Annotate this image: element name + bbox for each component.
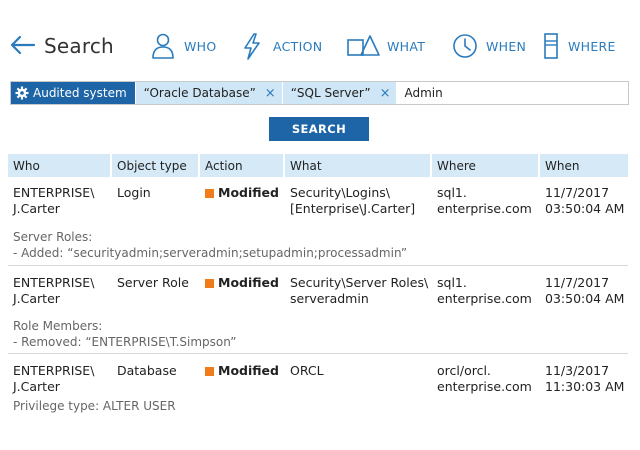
where-line: orcl/orcl.: [437, 363, 491, 378]
nav-where[interactable]: WHERE: [540, 30, 616, 62]
nav-action-label: ACTION: [273, 38, 323, 54]
filter-chip-label: “Oracle Database”: [143, 86, 256, 100]
who-line: ENTERPRISE\: [13, 363, 95, 378]
audited-system-chip[interactable]: Audited system: [11, 82, 135, 104]
column-header-object-type[interactable]: Object type: [112, 154, 200, 177]
header: Search WHO ACTION WHAT WHEN WHERE: [0, 0, 640, 84]
where-line: enterprise.com: [437, 201, 532, 216]
remove-filter-icon[interactable]: ×: [380, 86, 391, 101]
person-icon: [152, 33, 174, 59]
cell-where: orcl/orcl. enterprise.com: [432, 363, 540, 395]
table-row[interactable]: ENTERPRISE\ J.Carter Database Modified O…: [8, 354, 628, 426]
who-line: ENTERPRISE\: [13, 275, 95, 290]
where-line: enterprise.com: [437, 379, 532, 394]
where-line: sql1.: [437, 185, 467, 200]
where-line: enterprise.com: [437, 291, 532, 306]
search-input[interactable]: [404, 83, 628, 103]
column-header-what[interactable]: What: [285, 154, 432, 177]
row-details: Role Members: - Removed: “ENTERPRISE\T.S…: [8, 318, 628, 350]
results-table: Who Object type Action What Where When E…: [8, 154, 628, 426]
cell-what: Security\Server Roles\ serveradmin: [285, 275, 432, 307]
column-header-when[interactable]: When: [540, 154, 628, 177]
details-line: Server Roles:: [13, 230, 93, 244]
cell-action: Modified: [200, 185, 285, 217]
table-row[interactable]: ENTERPRISE\ J.Carter Login Modified Secu…: [8, 177, 628, 266]
server-icon: [544, 33, 558, 59]
row-details: Server Roles: - Added: “securityadmin;se…: [8, 229, 628, 261]
nav-when-label: WHEN: [486, 38, 527, 54]
details-line: Privilege type: ALTER USER: [13, 399, 176, 413]
what-line: Security\Logins\: [290, 185, 390, 200]
details-line: Role Members:: [13, 319, 103, 333]
nav-where-label: WHERE: [568, 38, 616, 54]
cell-where: sql1. enterprise.com: [432, 185, 540, 217]
filter-chip-sql-server: “SQL Server” ×: [281, 82, 397, 104]
cell-who: ENTERPRISE\ J.Carter: [8, 363, 112, 395]
nav-when[interactable]: WHEN: [450, 30, 526, 62]
cell-who: ENTERPRISE\ J.Carter: [8, 275, 112, 307]
filter-chip-label: “SQL Server”: [290, 86, 371, 100]
what-line: serveradmin: [290, 291, 369, 306]
when-line: 11/7/2017: [545, 275, 610, 290]
who-line: J.Carter: [13, 379, 60, 394]
object-shapes-icon: [347, 35, 380, 56]
when-line: 03:50:04 AM: [545, 201, 625, 216]
what-line: ORCL: [290, 363, 324, 378]
cell-when: 11/7/2017 03:50:04 AM: [540, 275, 628, 307]
nav-action[interactable]: ACTION: [237, 30, 322, 62]
nav-who[interactable]: WHO: [148, 30, 217, 62]
search-bar[interactable]: Audited system “Oracle Database” × “SQL …: [10, 81, 629, 105]
cell-when: 11/7/2017 03:50:04 AM: [540, 185, 628, 217]
cell-object-type: Database: [117, 363, 177, 378]
table-row[interactable]: ENTERPRISE\ J.Carter Server Role Modifie…: [8, 266, 628, 354]
lightning-icon: [244, 33, 260, 60]
cell-who: ENTERPRISE\ J.Carter: [8, 185, 112, 217]
back-arrow-icon[interactable]: [8, 33, 36, 57]
cell-what: ORCL: [285, 363, 432, 395]
cell-action: Modified: [200, 275, 285, 307]
nav-who-label: WHO: [184, 38, 217, 54]
column-header-where[interactable]: Where: [432, 154, 540, 177]
filter-chip-oracle: “Oracle Database” ×: [134, 82, 282, 104]
what-line: [Enterprise\J.Carter]: [290, 201, 416, 216]
search-button[interactable]: SEARCH: [269, 117, 369, 141]
action-label: Modified: [218, 275, 279, 290]
cell-where: sql1. enterprise.com: [432, 275, 540, 307]
cell-action: Modified: [200, 363, 285, 395]
row-details: Privilege type: ALTER USER: [8, 398, 628, 414]
nav-what-label: WHAT: [387, 38, 426, 54]
cell-what: Security\Logins\ [Enterprise\J.Carter]: [285, 185, 432, 217]
when-line: 11:30:03 AM: [545, 379, 625, 394]
column-header-action[interactable]: Action: [200, 154, 285, 177]
when-line: 11/3/2017: [545, 363, 610, 378]
cell-when: 11/3/2017 11:30:03 AM: [540, 363, 628, 395]
when-line: 03:50:04 AM: [545, 291, 625, 306]
when-line: 11/7/2017: [545, 185, 610, 200]
cell-object-type: Server Role: [117, 275, 189, 290]
column-header-who[interactable]: Who: [8, 154, 112, 177]
page-title: Search: [44, 34, 114, 58]
gear-icon: [15, 86, 29, 100]
remove-filter-icon[interactable]: ×: [265, 86, 276, 101]
modified-status-icon: [205, 189, 214, 198]
who-line: J.Carter: [13, 291, 60, 306]
modified-status-icon: [205, 367, 214, 376]
audited-system-label: Audited system: [33, 86, 127, 100]
action-label: Modified: [218, 185, 279, 200]
cell-object-type: Login: [117, 185, 151, 200]
table-header: Who Object type Action What Where When: [8, 154, 628, 177]
who-line: J.Carter: [13, 201, 60, 216]
clock-icon: [453, 34, 477, 58]
details-line: - Removed: “ENTERPRISE\T.Simpson”: [13, 335, 237, 349]
nav-what[interactable]: WHAT: [345, 30, 425, 62]
what-line: Security\Server Roles\: [290, 275, 429, 290]
details-line: - Added: “securityadmin;serveradmin;setu…: [13, 246, 408, 260]
who-line: ENTERPRISE\: [13, 185, 95, 200]
action-label: Modified: [218, 363, 279, 378]
modified-status-icon: [205, 279, 214, 288]
where-line: sql1.: [437, 275, 467, 290]
